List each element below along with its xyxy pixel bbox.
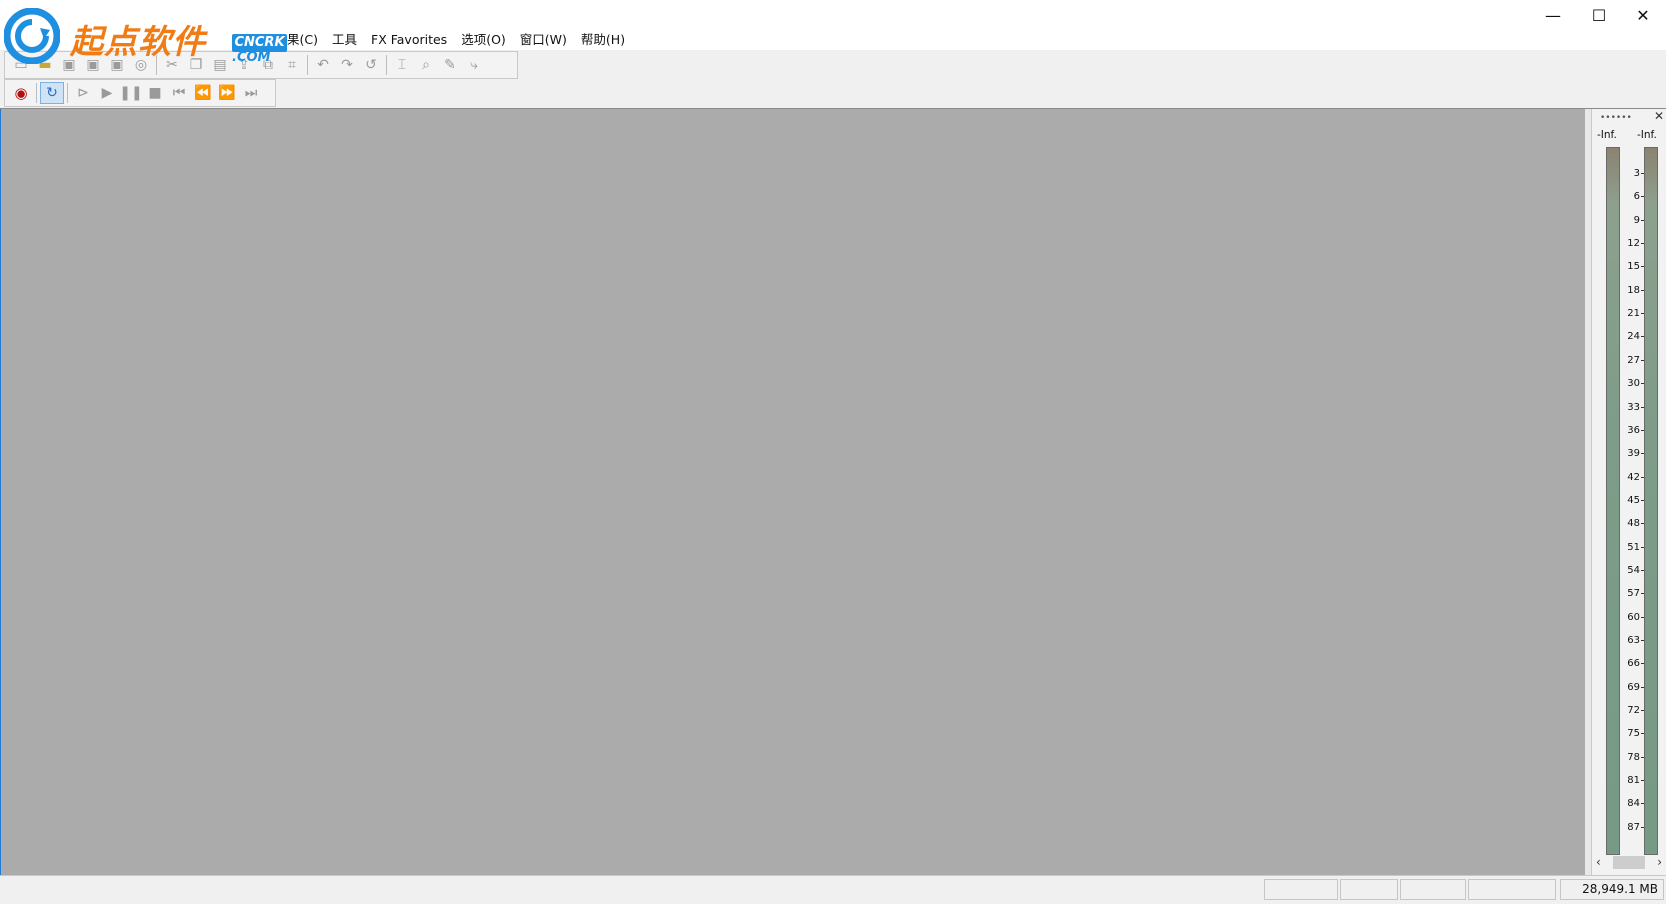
db-scale: 3 6 9 12 15 18 21 24 27 30 33 36 39 42 45 48 51 54 57 60 63 6… — [1616, 147, 1645, 855]
rewind-icon[interactable]: ⏪ — [191, 82, 215, 104]
pause-icon[interactable]: ❚❚ — [119, 82, 143, 104]
db-tick-label: 54 — [1627, 564, 1644, 576]
panel-grip[interactable]: •••••• — [1600, 113, 1632, 123]
toolbar-separator — [67, 83, 68, 103]
db-tick-label: 78 — [1627, 751, 1644, 763]
db-tick-label: 12 — [1627, 238, 1644, 250]
scroll-thumb[interactable] — [1613, 855, 1645, 869]
db-tick-label: 51 — [1627, 541, 1644, 553]
db-tick-label: 60 — [1627, 611, 1644, 623]
db-tick-label: 87 — [1627, 821, 1644, 833]
scroll-right-icon[interactable]: › — [1657, 855, 1666, 869]
db-tick-label: 3 — [1633, 168, 1645, 179]
db-tick-label: 63 — [1627, 635, 1644, 646]
loop-icon[interactable]: ↻ — [40, 82, 64, 104]
db-tick-label: 81 — [1627, 775, 1644, 787]
menu-help[interactable]: 帮助(H) — [574, 30, 632, 50]
undo-icon[interactable]: ↶ — [311, 54, 335, 76]
scroll-left-icon[interactable]: ‹ — [1592, 855, 1601, 869]
db-tick-label: 66 — [1627, 658, 1644, 670]
menu-fx-favorites[interactable]: FX Favorites — [364, 30, 454, 50]
transport-toolbar: ◉ ↻ ⊳ ▶ ❚❚ ■ ⏮ ⏪ ⏩ ⏭ — [4, 79, 276, 107]
db-tick-label: 30 — [1627, 378, 1644, 390]
maximize-button[interactable]: ☐ — [1576, 0, 1622, 30]
right-peak-label: -Inf. — [1637, 129, 1657, 141]
close-button[interactable]: ✕ — [1620, 0, 1666, 30]
db-tick-label: 6 — [1633, 191, 1645, 203]
status-bar: 28,949.1 MB — [0, 875, 1666, 904]
menu-bar: 果(C) 工具 FX Favorites 选项(O) 窗口(W) 帮助(H) — [280, 30, 632, 50]
go-to-end-icon[interactable]: ⏭ — [239, 82, 263, 104]
menu-tools[interactable]: 工具 — [325, 30, 364, 50]
minimize-button[interactable]: — — [1530, 0, 1576, 30]
panel-close-icon[interactable]: ✕ — [1654, 109, 1664, 123]
db-tick-label: 18 — [1627, 284, 1644, 296]
pencil-icon[interactable]: ✎ — [438, 54, 462, 76]
go-to-start-icon[interactable]: ⏮ — [167, 82, 191, 104]
play-icon[interactable]: ▶ — [95, 82, 119, 104]
db-tick-label: 21 — [1627, 308, 1644, 320]
right-level-bar — [1644, 147, 1658, 855]
level-meter-panel: •••••• ✕ -Inf. -Inf. 3 6 9 12 15 18 21 24 27 30 33… — [1591, 109, 1666, 875]
db-tick-label: 27 — [1627, 354, 1644, 366]
toolbar-separator — [386, 55, 387, 75]
meter-scrollbar[interactable]: ‹ › — [1592, 853, 1666, 871]
menu-options[interactable]: 选项(O) — [454, 30, 513, 50]
db-tick-label: 45 — [1627, 494, 1644, 506]
site-logo: 起点软件 CNCRK .COM — [2, 4, 287, 68]
db-tick-label: 42 — [1627, 471, 1644, 483]
mark-icon[interactable]: ⌶ — [390, 54, 414, 76]
status-cell — [1340, 879, 1398, 900]
db-tick-label: 36 — [1627, 424, 1644, 436]
stop-icon[interactable]: ■ — [143, 82, 167, 104]
toolbar-separator — [36, 83, 37, 103]
db-tick-label: 24 — [1627, 331, 1644, 343]
record-icon[interactable]: ◉ — [9, 82, 33, 104]
db-tick-label: 84 — [1627, 798, 1644, 810]
db-tick-label: 75 — [1627, 728, 1644, 740]
logo-domain: .COM — [232, 50, 271, 65]
toolbar-separator — [307, 55, 308, 75]
redo-icon[interactable]: ↷ — [335, 54, 359, 76]
repeat-icon[interactable]: ↺ — [359, 54, 383, 76]
db-tick-label: 72 — [1627, 705, 1644, 717]
db-tick-label: 57 — [1627, 588, 1644, 600]
db-tick-label: 69 — [1627, 681, 1644, 693]
db-tick-label: 33 — [1627, 401, 1644, 413]
logo-text: 起点软件 — [70, 22, 206, 61]
play-from-cursor-icon[interactable]: ⊳ — [71, 82, 95, 104]
db-tick-label: 39 — [1627, 448, 1644, 460]
db-tick-label: 15 — [1627, 261, 1644, 273]
status-cell — [1264, 879, 1338, 900]
status-cell — [1468, 879, 1556, 900]
logo-swirl-icon — [4, 8, 60, 64]
envelope-icon[interactable]: ⤷ — [462, 54, 486, 76]
menu-window[interactable]: 窗口(W) — [513, 30, 574, 50]
workspace-area[interactable] — [1, 109, 1585, 875]
db-tick-label: 9 — [1633, 214, 1645, 226]
fast-forward-icon[interactable]: ⏩ — [215, 82, 239, 104]
left-peak-label: -Inf. — [1597, 129, 1617, 141]
zoom-icon[interactable]: ⌕ — [414, 54, 438, 76]
free-space-status: 28,949.1 MB — [1560, 879, 1664, 900]
db-tick-label: 48 — [1627, 518, 1644, 530]
status-cell — [1400, 879, 1466, 900]
